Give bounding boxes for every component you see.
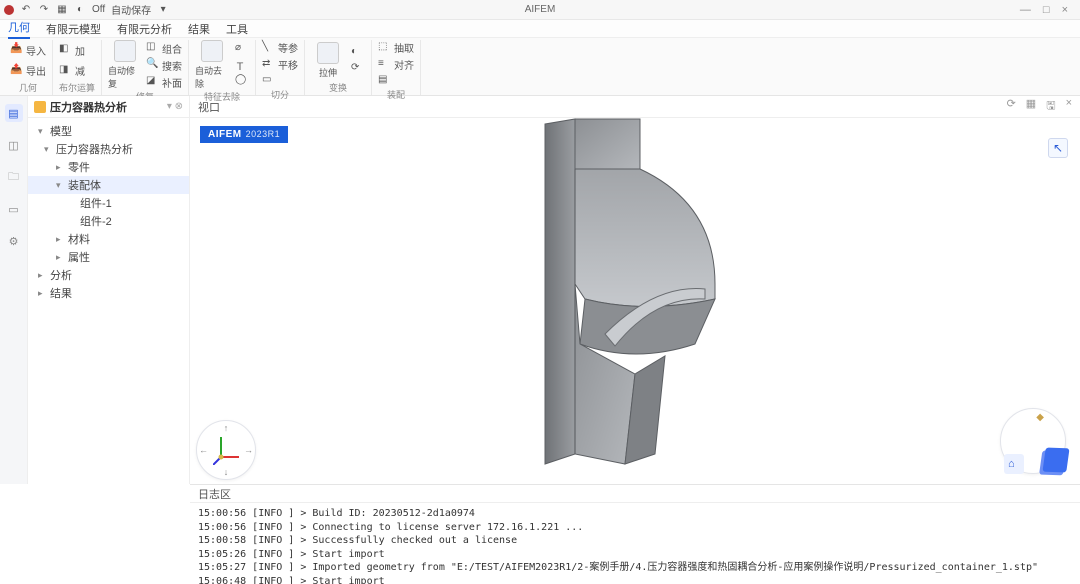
side-panel: 压力容器热分析 ▾ ⊗ ▾模型 ▾压力容器热分析 ▸零件 ▾装配体 组件-1 组… [28,96,190,484]
search-button[interactable]: 🔍搜索 [146,58,182,73]
panel-collapse-icon[interactable]: ▾ ⊗ [167,101,183,112]
boolean-add-button[interactable]: ◧加 [59,43,85,58]
tree-row-analysis-name[interactable]: ▾压力容器热分析 [28,140,189,158]
nav-dial[interactable]: ↑ ↓ ← → [196,420,260,484]
window-maximize[interactable]: □ [1043,4,1050,16]
activity-bar: ▤ ◫ 🗀 ▭ ⚙ [0,96,28,484]
window-minimize[interactable]: — [1020,4,1031,16]
autosave-label: 自动保存 [111,2,151,17]
viewport-area: 视口 ⟳ ▦ 🖫 × AIFEM2023R1 ↖ [190,96,1080,484]
brand-tag: AIFEM2023R1 [200,126,288,143]
cursor-tool-icon[interactable]: ↖ [1048,138,1068,158]
model-tree: ▾模型 ▾压力容器热分析 ▸零件 ▾装配体 组件-1 组件-2 ▸材料 ▸属性 … [28,118,189,306]
tree-row-model[interactable]: ▾模型 [28,122,189,140]
extract-button[interactable]: ⬚抽取 [378,40,414,55]
ribbon-group-transform-label: 变换 [311,81,365,95]
activity-settings-icon[interactable]: ⚙ [5,232,23,250]
autosave-toggle-icon[interactable]: ◐ [74,4,86,16]
menu-tools[interactable]: 工具 [226,21,248,37]
remove-opt1[interactable]: ⌀ [235,42,249,56]
view-cube[interactable]: ◆ ⌂ [1000,408,1072,480]
cube-face[interactable] [1042,448,1069,473]
tree-row-analysis[interactable]: ▸分析 [28,266,189,284]
side-panel-header: 压力容器热分析 ▾ ⊗ [28,96,189,118]
viewport-refresh-icon[interactable]: ⟳ [1007,97,1016,116]
nav-left-icon[interactable]: ← [199,445,208,455]
export-button[interactable]: 📤导出 [10,63,46,78]
view-home-icon[interactable]: ⌂ [1008,458,1015,470]
menu-geometry[interactable]: 几何 [8,19,30,39]
extrude-button[interactable]: 拉伸 [311,42,345,79]
nav-down-icon[interactable]: ↓ [224,467,229,477]
folder-icon [34,101,46,113]
app-icon [4,5,14,15]
viewport-title: 视口 [198,99,220,115]
side-panel-title: 压力容器热分析 [50,99,127,115]
menu-results[interactable]: 结果 [188,21,210,37]
ribbon-group-boolean-label: 布尔运算 [59,81,95,95]
tree-row-results[interactable]: ▸结果 [28,284,189,302]
tree-row-component-2[interactable]: 组件-2 [28,212,189,230]
split-isoparam[interactable]: ╲等参 [262,40,298,55]
undo-icon[interactable]: ↶ [20,4,32,16]
viewport-grid-icon[interactable]: ▦ [1026,97,1036,116]
tree-row-materials[interactable]: ▸材料 [28,230,189,248]
ribbon-group-geometry-label: 几何 [10,81,46,95]
titlebar: ↶ ↷ ▦ ◐ Off 自动保存 ▾ AIFEM — □ × [0,0,1080,20]
split-translate[interactable]: ⇄平移 [262,57,298,72]
activity-mesh-icon[interactable]: ◫ [5,136,23,154]
chevron-down-icon[interactable]: ▾ [157,4,169,16]
auto-repair-button[interactable]: 自动修复 [108,40,142,90]
viewport-save-icon[interactable]: 🖫 [1046,97,1055,116]
tree-row-assembly[interactable]: ▾装配体 [28,176,189,194]
menu-fem-model[interactable]: 有限元模型 [46,21,101,37]
nav-up-icon[interactable]: ↑ [224,423,229,433]
combine-button[interactable]: ◫组合 [146,41,182,56]
viewport-close-icon[interactable]: × [1066,97,1072,116]
transform-opt1[interactable]: ◐ [351,46,365,60]
log-panel: 日志区 15:00:56 [INFO ] > Build ID: 2023051… [190,484,1080,584]
model-3d [505,118,765,474]
tree-row-parts[interactable]: ▸零件 [28,158,189,176]
boolean-sub-button[interactable]: ◨减 [59,63,85,78]
auto-remove-button[interactable]: 自动去除 [195,40,229,90]
activity-folder-icon[interactable]: 🗀 [5,168,23,186]
transform-opt2[interactable]: ⟳ [351,62,365,76]
align-button[interactable]: ≡对齐 [378,57,414,72]
nav-right-icon[interactable]: → [244,445,253,455]
view-iso-icon[interactable]: ◆ [1036,412,1044,423]
tree-row-properties[interactable]: ▸属性 [28,248,189,266]
activity-model-icon[interactable]: ▤ [5,104,23,122]
log-title: 日志区 [190,485,1080,503]
save-icon[interactable]: ▦ [56,4,68,16]
viewport-canvas[interactable]: AIFEM2023R1 ↖ [190,118,1080,484]
remove-opt2[interactable]: Ｔ [235,58,249,72]
tree-row-component-1[interactable]: 组件-1 [28,194,189,212]
menubar: 几何 有限元模型 有限元分析 结果 工具 [0,20,1080,38]
activity-db-icon[interactable]: ▭ [5,200,23,218]
import-button[interactable]: 📥导入 [10,43,46,58]
patch-face-button[interactable]: ◪补面 [146,75,182,90]
ribbon: 📥导入 📤导出 几何 ◧加 ◨减 布尔运算 自动修复 ◫组合 🔍搜索 ◪补面 修… [0,38,1080,96]
assembly-extra[interactable]: ▤ [378,74,414,88]
log-body[interactable]: 15:00:56 [INFO ] > Build ID: 20230512-2d… [190,503,1080,584]
app-title: AIFEM [525,4,556,15]
split-extra[interactable]: ▭ [262,74,298,88]
autosave-state: Off [92,4,105,15]
menu-fem-analysis[interactable]: 有限元分析 [117,21,172,37]
window-close[interactable]: × [1062,4,1068,16]
remove-opt3[interactable]: ◯ [235,74,249,88]
axis-triad-icon [213,435,243,465]
redo-icon[interactable]: ↷ [38,4,50,16]
